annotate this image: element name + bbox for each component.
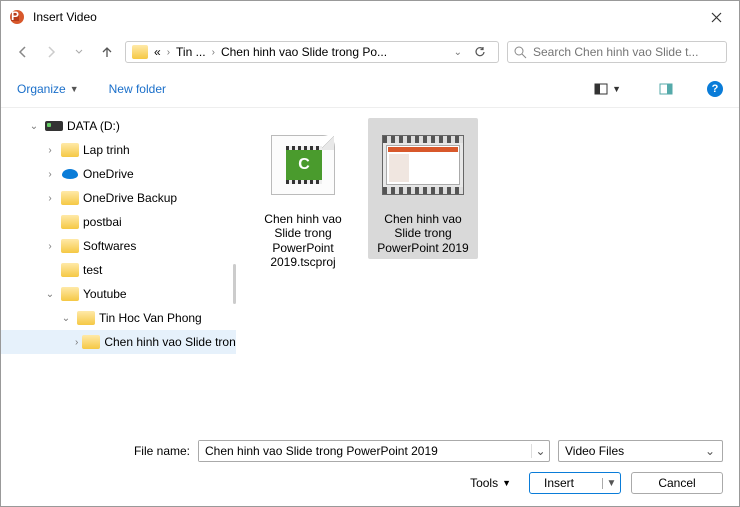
- chevron-down-icon[interactable]: ⌄: [43, 289, 57, 300]
- insert-button[interactable]: Insert ▼: [529, 472, 621, 494]
- refresh-button[interactable]: [468, 45, 492, 59]
- tree-item[interactable]: ⌄Tin Hoc Van Phong: [1, 306, 236, 330]
- tree-item[interactable]: postbai: [1, 210, 236, 234]
- chevron-down-icon[interactable]: ⌄: [454, 47, 462, 58]
- file-list[interactable]: C Chen hinh vao Slide trong PowerPoint 2…: [236, 108, 739, 432]
- chevron-right-icon[interactable]: ›: [75, 337, 78, 348]
- folder-icon: [77, 311, 95, 325]
- folder-tree: ⌄DATA (D:) ›Lap trinh ›OneDrive ›OneDriv…: [1, 108, 236, 432]
- search-box[interactable]: [507, 41, 727, 63]
- chevron-right-icon[interactable]: ›: [43, 193, 57, 204]
- breadcrumb-ell: «: [154, 45, 161, 59]
- chevron-down-icon: ▼: [502, 478, 511, 488]
- file-name: Chen hinh vao Slide trong PowerPoint 201…: [372, 212, 474, 255]
- svg-text:P: P: [11, 9, 19, 23]
- powerpoint-icon: P: [9, 9, 25, 25]
- file-type-filter[interactable]: Video Files ⌄: [558, 440, 723, 462]
- cancel-button[interactable]: Cancel: [631, 472, 723, 494]
- close-button[interactable]: [701, 7, 731, 27]
- view-menu[interactable]: ▼: [590, 81, 625, 97]
- tree-item[interactable]: ›Softwares: [1, 234, 236, 258]
- onedrive-icon: [62, 169, 78, 179]
- breadcrumb-seg[interactable]: Tin ...: [176, 45, 206, 59]
- tree-item[interactable]: ›OneDrive Backup: [1, 186, 236, 210]
- new-folder-button[interactable]: New folder: [109, 82, 166, 96]
- chevron-down-icon[interactable]: ⌄: [27, 121, 41, 132]
- help-button[interactable]: ?: [707, 81, 723, 97]
- folder-icon: [61, 239, 79, 253]
- camtasia-project-icon: C: [271, 135, 335, 195]
- address-bar[interactable]: « › Tin ... › Chen hinh vao Slide trong …: [125, 41, 499, 63]
- chevron-right-icon[interactable]: ›: [43, 169, 57, 180]
- tree-item[interactable]: ›OneDrive: [1, 162, 236, 186]
- folder-icon: [61, 263, 79, 277]
- chevron-right-icon: ›: [167, 47, 170, 58]
- window-title: Insert Video: [33, 10, 693, 24]
- filename-combo[interactable]: ⌄: [198, 440, 550, 462]
- search-input[interactable]: [533, 45, 720, 59]
- folder-icon: [132, 45, 148, 59]
- file-item[interactable]: C Chen hinh vao Slide trong PowerPoint 2…: [248, 118, 358, 274]
- drive-icon: [45, 121, 63, 131]
- chevron-right-icon: ›: [212, 47, 215, 58]
- recent-dropdown[interactable]: [69, 42, 89, 62]
- folder-icon: [61, 215, 79, 229]
- search-icon: [514, 46, 527, 59]
- chevron-down-icon: ▼: [612, 84, 621, 94]
- organize-menu[interactable]: Organize▼: [17, 82, 79, 96]
- filename-input[interactable]: [199, 441, 531, 461]
- folder-icon: [61, 143, 79, 157]
- file-item-selected[interactable]: Chen hinh vao Slide trong PowerPoint 201…: [368, 118, 478, 259]
- chevron-right-icon[interactable]: ›: [43, 241, 57, 252]
- tree-item[interactable]: test: [1, 258, 236, 282]
- breadcrumb-seg[interactable]: Chen hinh vao Slide trong Po...: [221, 45, 387, 59]
- tree-resizer[interactable]: [233, 264, 236, 304]
- tree-item[interactable]: ⌄Youtube: [1, 282, 236, 306]
- chevron-right-icon[interactable]: ›: [43, 145, 57, 156]
- chevron-down-icon: ⌄: [704, 444, 716, 458]
- tree-item-current[interactable]: ›Chen hinh vao Slide tron: [1, 330, 236, 354]
- chevron-down-icon: ▼: [70, 84, 79, 94]
- chevron-down-icon[interactable]: ⌄: [59, 313, 73, 324]
- tools-menu[interactable]: Tools▼: [470, 476, 511, 490]
- tree-item[interactable]: ›Lap trinh: [1, 138, 236, 162]
- folder-icon: [82, 335, 100, 349]
- folder-icon: [61, 287, 79, 301]
- video-thumbnail-icon: [382, 135, 464, 195]
- insert-dropdown[interactable]: ▼: [602, 478, 620, 489]
- file-name: Chen hinh vao Slide trong PowerPoint 201…: [252, 212, 354, 270]
- forward-button[interactable]: [41, 42, 61, 62]
- preview-pane-button[interactable]: [655, 81, 677, 97]
- up-button[interactable]: [97, 42, 117, 62]
- back-button[interactable]: [13, 42, 33, 62]
- tree-item-drive[interactable]: ⌄DATA (D:): [1, 114, 236, 138]
- chevron-down-icon[interactable]: ⌄: [531, 444, 549, 458]
- filename-label: File name:: [134, 444, 190, 458]
- folder-icon: [61, 191, 79, 205]
